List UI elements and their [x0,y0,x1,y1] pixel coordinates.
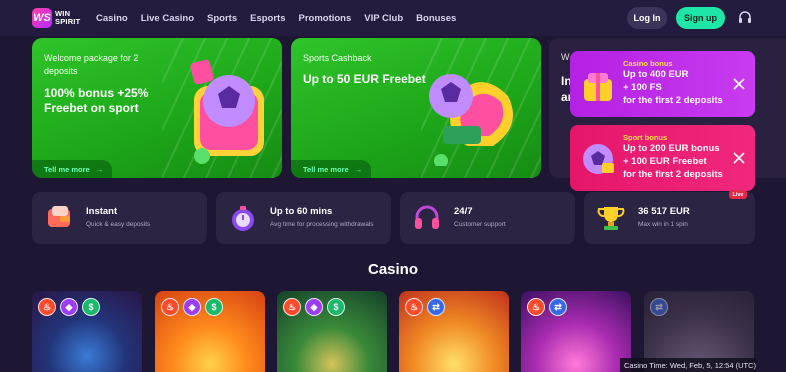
promo-subtitle: Welcome package for 2 deposits [44,53,139,76]
wallet-icon [48,206,70,227]
hot-icon: ♨ [283,298,301,316]
promo-card-welcome[interactable]: Welcome package for 2 deposits 100% bonu… [32,38,282,178]
nav-vip-club[interactable]: VIP Club [364,13,403,24]
hot-icon: ♨ [405,298,423,316]
promo-headline: Up to 50 EUR Freebet [303,72,426,86]
headphones-icon [415,205,439,229]
gem-icon: ◆ [183,298,201,316]
bonus-line: Up to 400 EUR [623,69,689,80]
bonus-line: for the first 2 deposits [623,169,723,180]
tell-me-more-link[interactable]: Tell me more → [291,160,371,178]
hot-icon: ♨ [161,298,179,316]
gem-icon: ◆ [305,298,323,316]
gift-box-icon [584,73,612,101]
nav-promotions[interactable]: Promotions [298,13,351,24]
hot-icon: ♨ [527,298,545,316]
nav-sports[interactable]: Sports [207,13,237,24]
feature-support: 24/7 Customer support [400,192,575,244]
bonus-title: Casino bonus [623,59,673,68]
game-tile[interactable]: ♨ ⇄ [399,291,509,372]
casino-bonus-popup[interactable]: Casino bonus Up to 400 EUR + 100 FS for … [570,51,755,117]
game-tile[interactable]: ♨ ◆ $ [277,291,387,372]
bonus-line: for the first 2 deposits [623,95,723,106]
arrow-right-icon: → [354,164,363,174]
nav-bonuses[interactable]: Bonuses [416,13,456,24]
promo-card-cashback[interactable]: Sports Cashback Up to 50 EUR Freebet Tel… [291,38,541,178]
stopwatch-icon [232,206,254,231]
feature-max-win: 36 517 EUR Max win in 1 spin [584,192,755,244]
arrow-right-icon: → [95,164,104,174]
casino-section-title: Casino [367,261,418,278]
feature-withdrawals: Up to 60 mins Avg time for processing wi… [216,192,391,244]
headset-icon[interactable] [738,11,752,25]
nav-live-casino[interactable]: Live Casino [141,13,194,24]
promo-headline: 100% bonus +25% Freebet on sport [44,86,149,115]
live-badge: Live [729,190,747,199]
bonus-line: + 100 EUR Freebet [623,156,707,167]
game-tile[interactable]: ♨ ⇄ [521,291,631,372]
nav-esports[interactable]: Esports [250,13,285,24]
bonus-title: Sport bonus [623,133,668,142]
game-tile[interactable]: ♨ ◆ $ [155,291,265,372]
bonus-line: Up to 200 EUR bonus [623,143,720,154]
dollar-icon: $ [327,298,345,316]
casino-time-display: Casino Time: Wed, Feb, 5, 12:54 (UTC) [620,358,756,372]
nav-casino[interactable]: Casino [96,13,128,24]
feature-instant: Instant Quick & easy deposits [32,192,207,244]
game-tile[interactable]: ♨ ◆ $ [32,291,142,372]
close-icon[interactable] [733,78,745,90]
swap-icon: ⇄ [427,298,445,316]
logo-mark-icon: WS [32,8,52,28]
main-nav: Casino Live Casino Sports Esports Promot… [96,13,469,24]
close-icon[interactable] [733,152,745,164]
signup-button[interactable]: Sign up [676,7,725,29]
dollar-icon: $ [82,298,100,316]
soccer-ball-cashback-icon [429,74,513,166]
dollar-icon: $ [205,298,223,316]
login-button[interactable]: Log In [627,7,667,29]
hot-icon: ♨ [38,298,56,316]
swap-icon: ⇄ [650,298,668,316]
top-navigation-bar: WS WIN SPIRIT Casino Live Casino Sports … [0,0,786,36]
trophy-icon [597,207,625,230]
swap-icon: ⇄ [549,298,567,316]
sport-bonus-popup[interactable]: Sport bonus Up to 200 EUR bonus + 100 EU… [570,125,755,191]
soccer-ball-icon [583,144,614,174]
tell-me-more-link[interactable]: Tell me more → [32,160,112,178]
gem-icon: ◆ [60,298,78,316]
promo-subtitle: Sports Cashback [303,53,372,63]
soccer-ball-gift-icon [190,59,264,164]
logo-text: WIN SPIRIT [55,9,81,26]
bonus-line: + 100 FS [623,82,662,93]
win-spirit-logo[interactable]: WS WIN SPIRIT [32,8,90,28]
